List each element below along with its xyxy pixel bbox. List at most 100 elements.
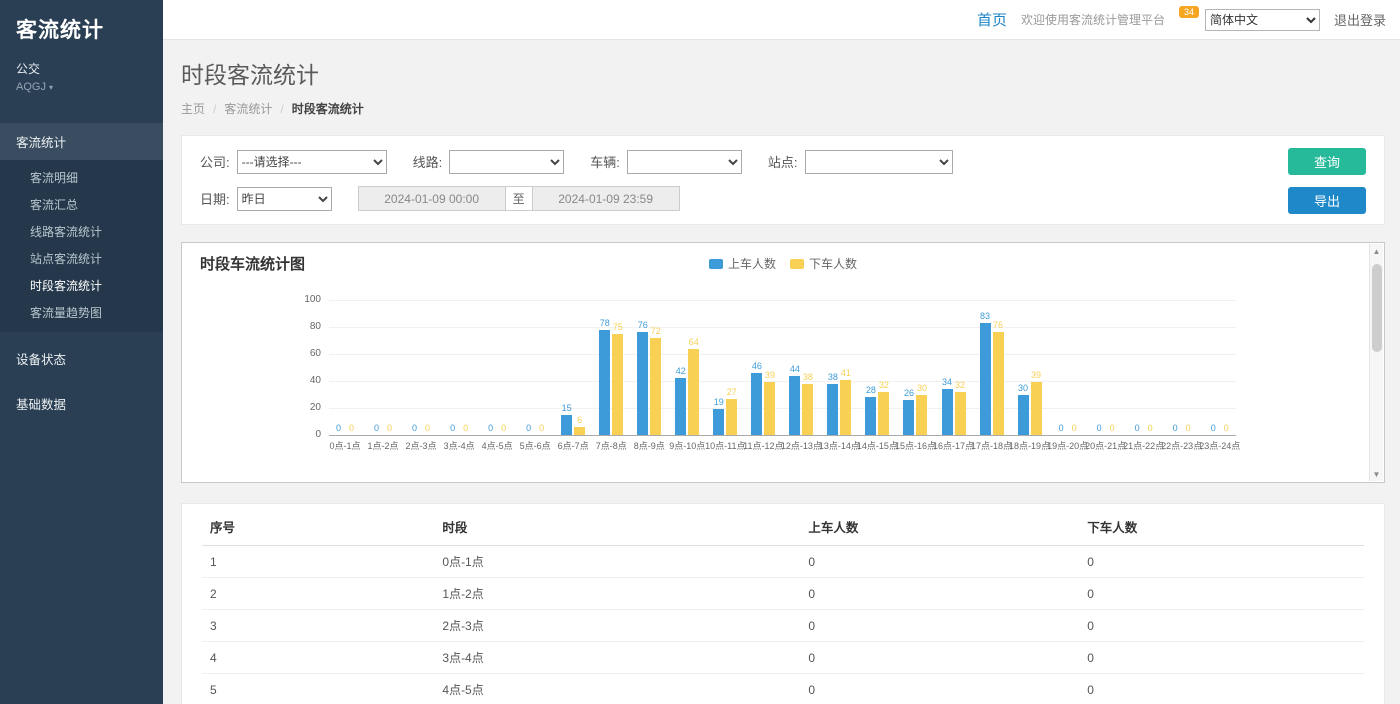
sidebar-section-base-data[interactable]: 基础数据 — [0, 385, 163, 422]
page-head: 时段客流统计 主页/客流统计/时段客流统计 — [163, 40, 1400, 135]
line-select[interactable] — [449, 150, 564, 174]
bar[interactable]: 0 — [523, 300, 534, 435]
sidebar-item[interactable]: 站点客流统计 — [0, 245, 163, 272]
export-button[interactable]: 导出 — [1288, 187, 1366, 214]
bar[interactable]: 0 — [1094, 300, 1105, 435]
sidebar-section-passenger-stats[interactable]: 客流统计 — [0, 123, 163, 160]
bar[interactable]: 0 — [422, 300, 433, 435]
bar-rect — [827, 384, 838, 435]
bar-value-label: 0 — [1135, 424, 1140, 433]
bar[interactable]: 0 — [1132, 300, 1143, 435]
scroll-down-arrow[interactable]: ▼ — [1370, 467, 1384, 481]
bar[interactable]: 64 — [688, 300, 699, 435]
bar[interactable]: 0 — [1183, 300, 1194, 435]
bar[interactable]: 0 — [485, 300, 496, 435]
sidebar-item[interactable]: 客流汇总 — [0, 191, 163, 218]
x-tick-label: 12点-13点 — [781, 439, 822, 452]
plot-area: 000点-1点001点-2点002点-3点003点-4点004点-5点005点-… — [329, 300, 1236, 435]
x-tick-label: 13点-14点 — [819, 439, 860, 452]
bar[interactable]: 30 — [1018, 300, 1029, 435]
bar[interactable]: 0 — [409, 300, 420, 435]
bar-value-label: 0 — [1211, 424, 1216, 433]
scroll-up-arrow[interactable]: ▲ — [1370, 244, 1384, 258]
bar[interactable]: 34 — [942, 300, 953, 435]
bar[interactable]: 28 — [865, 300, 876, 435]
table-cell: 2点-3点 — [434, 610, 800, 642]
bar[interactable]: 41 — [840, 300, 851, 435]
vehicle-select[interactable] — [627, 150, 742, 174]
bar[interactable]: 30 — [916, 300, 927, 435]
bar[interactable]: 72 — [650, 300, 661, 435]
breadcrumb-item[interactable]: 主页 — [181, 100, 205, 117]
scroll-track[interactable] — [1370, 258, 1383, 467]
bar[interactable]: 46 — [751, 300, 762, 435]
bar[interactable]: 0 — [1069, 300, 1080, 435]
bar[interactable]: 44 — [789, 300, 800, 435]
date-start-input[interactable] — [358, 186, 506, 211]
language-select[interactable]: 简体中文 — [1205, 9, 1320, 31]
station-select[interactable] — [805, 150, 953, 174]
bar[interactable]: 0 — [346, 300, 357, 435]
col-header-boarding: 上车人数 — [800, 508, 1079, 546]
bar[interactable]: 32 — [878, 300, 889, 435]
bar[interactable]: 75 — [612, 300, 623, 435]
sidebar-item[interactable]: 客流明细 — [0, 164, 163, 191]
date-end-input[interactable] — [532, 186, 680, 211]
date-preset-select[interactable]: 昨日 — [237, 187, 332, 211]
bar[interactable]: 0 — [1170, 300, 1181, 435]
bar[interactable]: 38 — [802, 300, 813, 435]
bar[interactable]: 78 — [599, 300, 610, 435]
bar[interactable]: 39 — [1031, 300, 1042, 435]
bar[interactable]: 39 — [764, 300, 775, 435]
bar[interactable]: 0 — [384, 300, 395, 435]
bar[interactable]: 0 — [536, 300, 547, 435]
bar[interactable]: 0 — [371, 300, 382, 435]
bar-group: 004点-5点 — [485, 300, 509, 435]
bar[interactable]: 76 — [993, 300, 1004, 435]
legend-label: 上车人数 — [728, 255, 776, 272]
sidebar-item[interactable]: 客流量趋势图 — [0, 299, 163, 326]
bar[interactable]: 0 — [1145, 300, 1156, 435]
org-code-dropdown[interactable]: AQGJ ▾ — [16, 81, 147, 93]
bar[interactable]: 83 — [980, 300, 991, 435]
bar[interactable]: 27 — [726, 300, 737, 435]
scroll-thumb[interactable] — [1372, 264, 1382, 352]
breadcrumb-item[interactable]: 客流统计 — [224, 100, 272, 117]
sidebar-section-device-status[interactable]: 设备状态 — [0, 340, 163, 377]
bar[interactable]: 26 — [903, 300, 914, 435]
bar-group: 192710点-11点 — [713, 300, 737, 435]
bar[interactable]: 0 — [1208, 300, 1219, 435]
bar[interactable]: 15 — [561, 300, 572, 435]
bar-group: 303918点-19点 — [1018, 300, 1042, 435]
bar[interactable]: 0 — [1221, 300, 1232, 435]
table-cell: 5 — [202, 674, 434, 704]
logout-link[interactable]: 退出登录 — [1334, 10, 1386, 29]
y-tick-label: 40 — [295, 375, 321, 386]
search-button[interactable]: 查询 — [1288, 148, 1366, 175]
legend-item[interactable]: 下车人数 — [790, 255, 857, 272]
chart-scrollbar[interactable]: ▲ ▼ — [1369, 244, 1383, 481]
bar[interactable]: 76 — [637, 300, 648, 435]
company-select[interactable]: ---请选择--- — [237, 150, 387, 174]
notification-badge[interactable]: 34 — [1179, 6, 1199, 18]
legend-item[interactable]: 上车人数 — [709, 255, 776, 272]
table-row: 21点-2点00 — [202, 578, 1364, 610]
sidebar-item[interactable]: 时段客流统计 — [0, 272, 163, 299]
bar[interactable]: 32 — [955, 300, 966, 435]
sidebar-item[interactable]: 线路客流统计 — [0, 218, 163, 245]
bar[interactable]: 42 — [675, 300, 686, 435]
chart-head: 时段车流统计图 — [200, 253, 1366, 274]
bar[interactable]: 0 — [333, 300, 344, 435]
home-link[interactable]: 首页 — [977, 9, 1007, 30]
bar-rect — [865, 397, 876, 435]
bar[interactable]: 0 — [1107, 300, 1118, 435]
bar[interactable]: 0 — [498, 300, 509, 435]
bar[interactable]: 0 — [460, 300, 471, 435]
bar[interactable]: 0 — [1056, 300, 1067, 435]
bar[interactable]: 0 — [447, 300, 458, 435]
bar[interactable]: 38 — [827, 300, 838, 435]
legend-label: 下车人数 — [809, 255, 857, 272]
bar-rect — [675, 378, 686, 435]
bar[interactable]: 19 — [713, 300, 724, 435]
bar[interactable]: 6 — [574, 300, 585, 435]
